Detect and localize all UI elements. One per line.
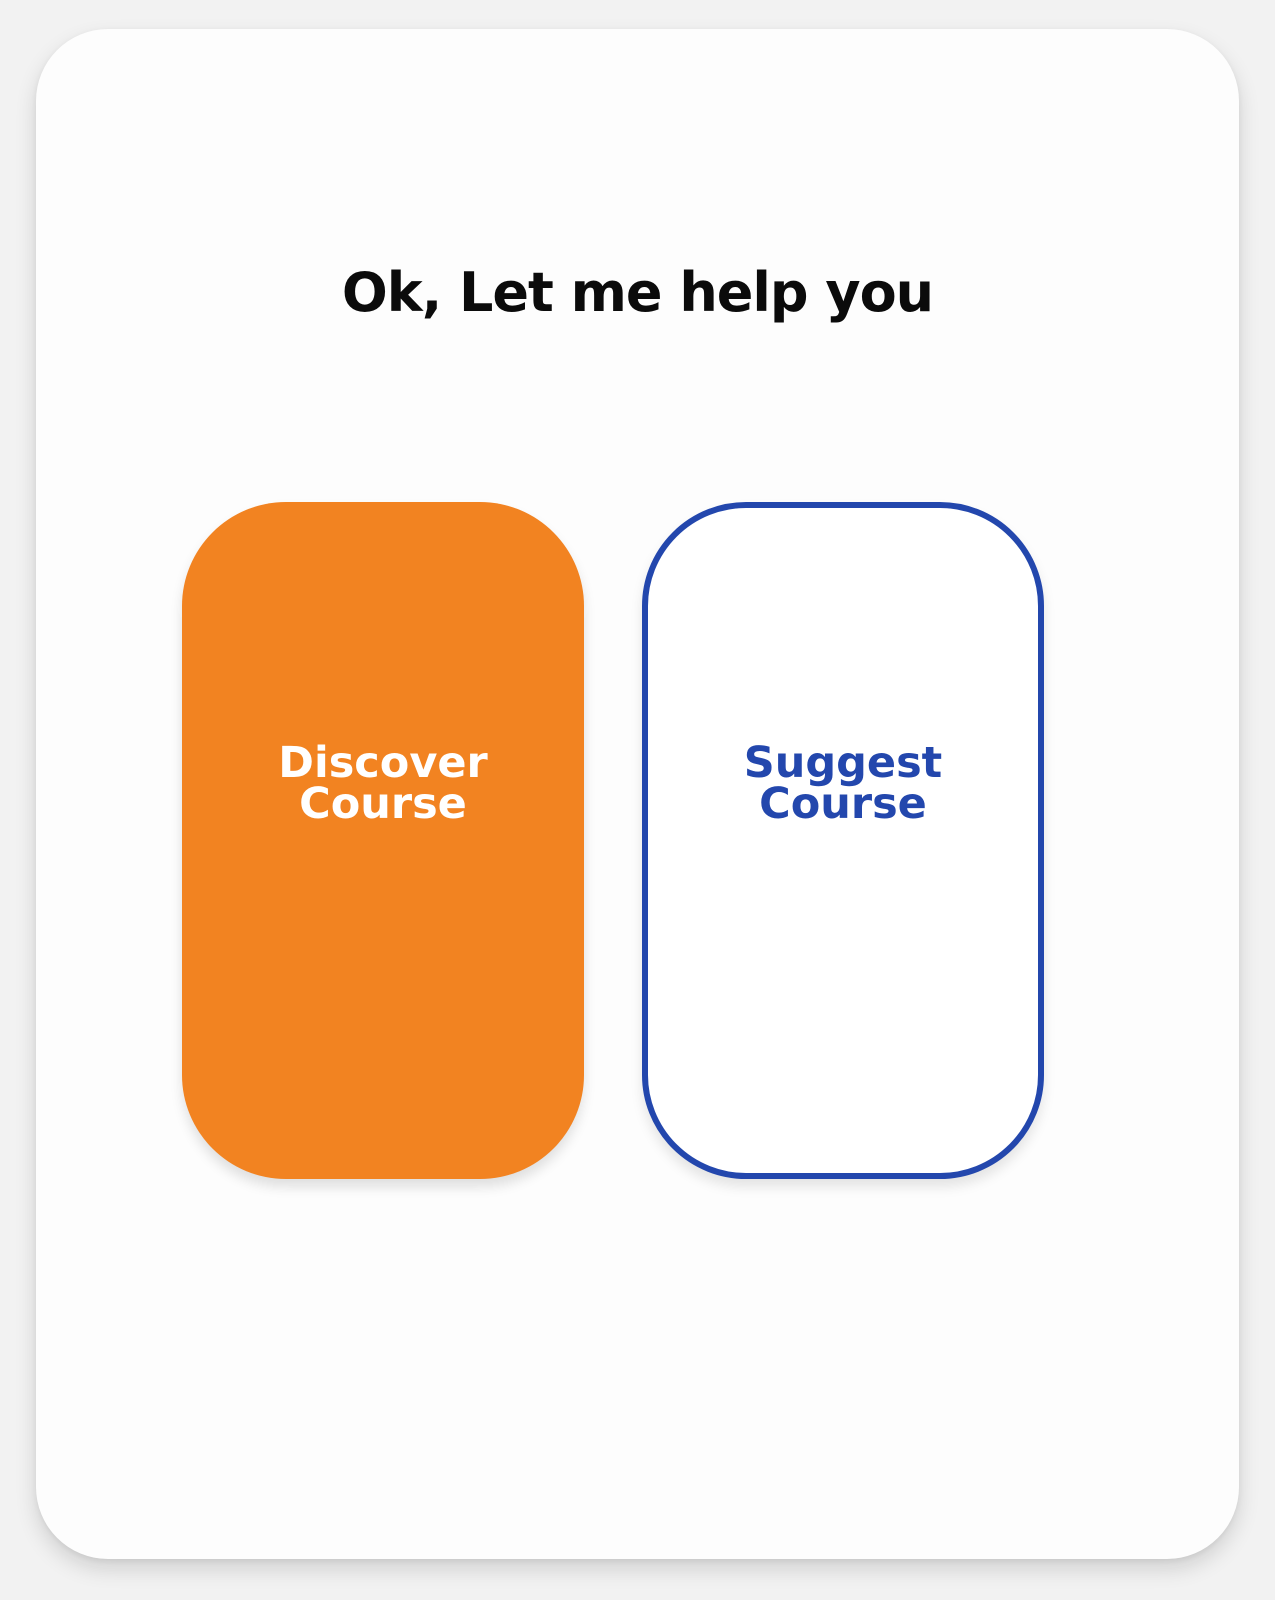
suggest-course-label-line1: Suggest bbox=[743, 737, 943, 788]
suggest-course-label-line2: Course bbox=[759, 778, 927, 829]
suggest-course-label: Suggest Course bbox=[743, 737, 943, 829]
page-title: Ok, Let me help you bbox=[341, 261, 934, 324]
discover-course-label-line1: Discover bbox=[278, 737, 488, 788]
discover-course-label: Discover Course bbox=[278, 737, 488, 829]
discover-course-label-line2: Course bbox=[299, 778, 467, 829]
suggest-course-button[interactable]: Suggest Course bbox=[642, 502, 1044, 1179]
discover-course-button[interactable]: Discover Course bbox=[182, 502, 584, 1179]
